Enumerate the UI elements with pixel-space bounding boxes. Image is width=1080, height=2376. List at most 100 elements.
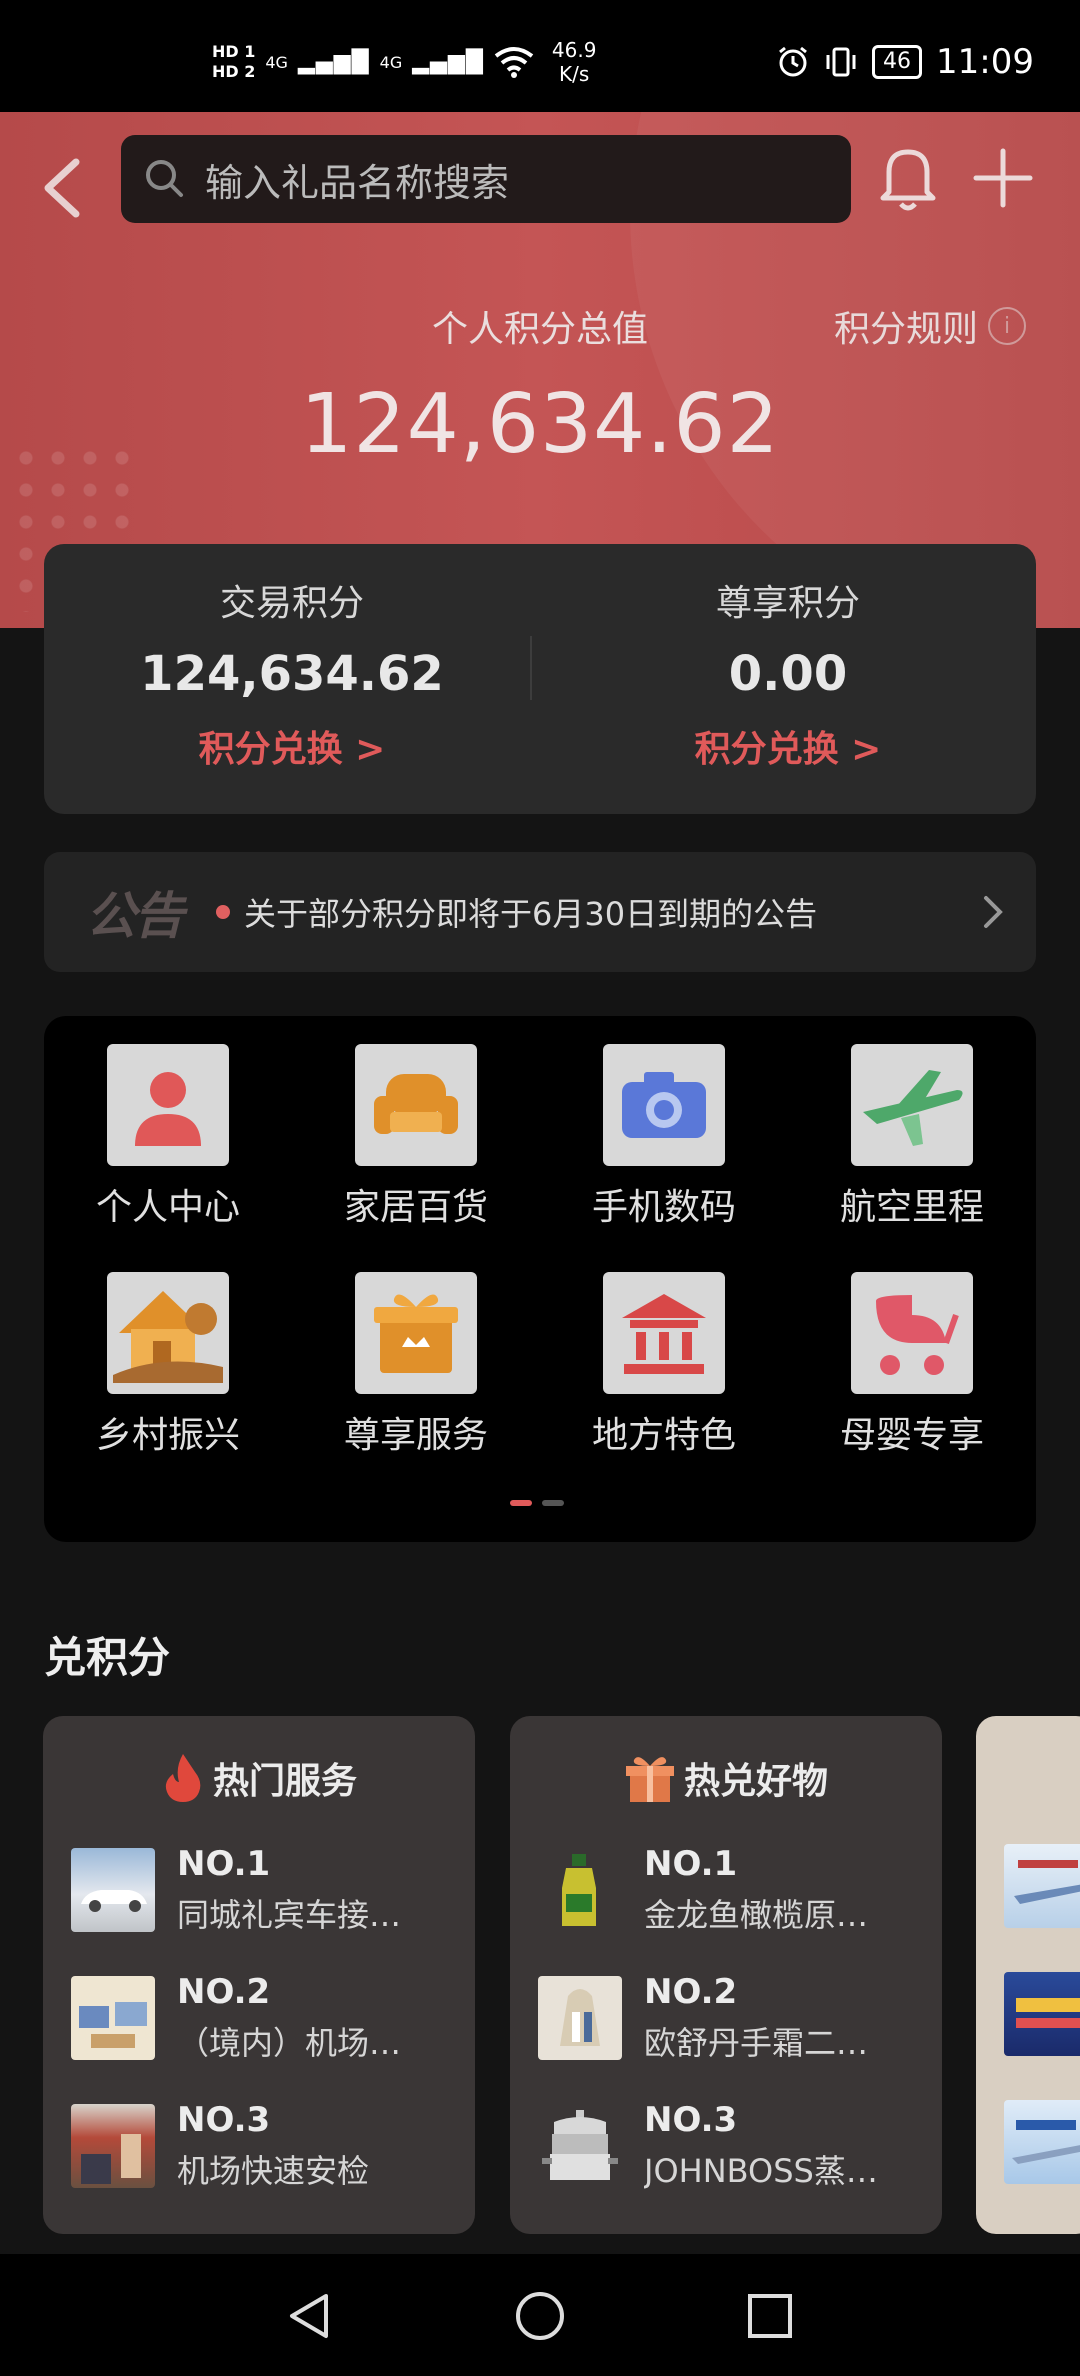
back-icon[interactable]	[34, 148, 94, 228]
plus-icon[interactable]	[970, 145, 1036, 211]
village-house-icon	[107, 1272, 229, 1394]
notice-dot	[216, 905, 230, 919]
item-name: 金龙鱼橄榄原…	[644, 1896, 869, 1934]
notice-text: 关于部分积分即将于6月30日到期的公告	[244, 895, 818, 933]
nav-recents-icon[interactable]	[744, 2290, 796, 2342]
trade-points: 交易积分 124,634.62 积分兑换 >	[44, 544, 540, 814]
hd2-label: HD 2	[212, 62, 256, 81]
item-name: 同城礼宾车接…	[177, 1896, 402, 1934]
section-title: 兑积分	[44, 1633, 171, 1682]
points-breakdown-card: 交易积分 124,634.62 积分兑换 > 尊享积分 0.00 积分兑换 >	[44, 544, 1036, 814]
rank-number: NO.1	[644, 1844, 738, 1884]
nav-back-icon[interactable]	[284, 2290, 336, 2342]
category-digital[interactable]: 手机数码	[564, 1044, 764, 1230]
notice-bar[interactable]: 公告 关于部分积分即将于6月30日到期的公告	[44, 852, 1036, 972]
card-title: 热兑好物	[683, 1761, 828, 1802]
category-personal-center[interactable]: 个人中心	[68, 1044, 268, 1230]
speed-value: 46.9	[551, 38, 597, 62]
info-icon: i	[988, 307, 1027, 345]
person-icon	[107, 1044, 229, 1166]
camera-icon	[603, 1044, 725, 1166]
exclusive-points-title: 尊享积分	[715, 583, 860, 624]
card-header: 热兑好物	[510, 1752, 942, 1804]
item-name: JOHNBOSS蒸…	[644, 2152, 878, 2190]
list-item[interactable]: NO.3 机场快速安检	[71, 2100, 451, 2190]
list-item[interactable]: NO.2 欧舒丹手霜二…	[538, 1972, 918, 2062]
landmark-icon	[603, 1272, 725, 1394]
signal-icon-1: ▂▄▆█	[297, 49, 370, 75]
rules-label: 积分规则	[834, 309, 979, 350]
item-name: （境内）机场…	[177, 2024, 402, 2062]
thumbnail	[71, 2104, 155, 2188]
sofa-icon	[355, 1044, 477, 1166]
stroller-icon	[851, 1272, 973, 1394]
thumbnail	[71, 1976, 155, 2060]
status-bar: HD 1 HD 2 4G ▂▄▆█ 4G ▂▄▆█ 46.9 K/s 46 11…	[0, 0, 1080, 112]
list-item[interactable]: NO.1 金龙鱼橄榄原…	[538, 1844, 918, 1934]
total-points-value: 124,634.62	[300, 377, 780, 472]
speed-unit: K/s	[559, 62, 590, 86]
list-item[interactable]: NO.2 （境内）机场…	[71, 1972, 451, 2062]
air-miles-card[interactable]	[976, 1716, 1080, 2234]
category-label: 个人中心	[95, 1187, 240, 1228]
category-label: 家居百货	[343, 1187, 488, 1228]
chevron-right-icon	[984, 896, 1003, 928]
airplane-icon	[851, 1044, 973, 1166]
rank-number: NO.2	[177, 1972, 271, 2012]
category-label: 手机数码	[591, 1187, 736, 1228]
category-label: 航空里程	[839, 1187, 984, 1228]
card-header: 热门服务	[43, 1752, 475, 1804]
rank-number: NO.2	[644, 1972, 738, 2012]
rank-number: NO.3	[177, 2100, 271, 2140]
category-air-miles[interactable]: 航空里程	[812, 1044, 1012, 1230]
alarm-icon	[779, 46, 807, 77]
list-item[interactable]: NO.3 JOHNBOSS蒸…	[538, 2100, 918, 2190]
page-dot-active	[510, 1500, 532, 1506]
thumbnail	[1004, 1844, 1080, 1928]
category-grid: 个人中心 家居百货 手机数码 航空里程 乡村振兴 尊享服务 地方特色 母婴专享	[44, 1016, 1036, 1542]
hot-services-card[interactable]: 热门服务 NO.1 同城礼宾车接… NO.2 （境内）机场… NO.3 机场快速…	[43, 1716, 475, 2234]
trade-points-title: 交易积分	[219, 583, 364, 624]
points-rules-link[interactable]: 积分规则 i	[834, 300, 1027, 352]
signal-icon-2: ▂▄▆█	[412, 49, 484, 75]
category-exclusive-service[interactable]: 尊享服务	[316, 1272, 516, 1458]
exclusive-points: 尊享积分 0.00 积分兑换 >	[540, 544, 1036, 814]
clock: 11:09	[936, 42, 1034, 82]
sim-indicator: HD 1 HD 2	[212, 42, 255, 82]
item-name: 机场快速安检	[177, 2152, 370, 2190]
item-name: 欧舒丹手霜二…	[644, 2024, 869, 2062]
trade-redeem-link[interactable]: 积分兑换 >	[44, 720, 540, 772]
net2-label: 4G	[379, 52, 403, 72]
category-home-goods[interactable]: 家居百货	[316, 1044, 516, 1230]
exclusive-points-value: 0.00	[728, 646, 848, 702]
search-icon	[146, 160, 183, 197]
search-bar[interactable]: 输入礼品名称搜索	[121, 135, 851, 223]
battery-icon: 46	[872, 45, 923, 79]
thumbnail	[1004, 1972, 1080, 2056]
nav-home-icon[interactable]	[514, 2290, 566, 2342]
hot-goods-card[interactable]: 热兑好物 NO.1 金龙鱼橄榄原… NO.2 欧舒丹手霜二… NO.3 JOHN…	[510, 1716, 942, 2234]
gift-icon	[625, 1757, 674, 1802]
thumbnail	[538, 2104, 622, 2188]
trade-points-value: 124,634.62	[140, 646, 444, 702]
exclusive-redeem-link[interactable]: 积分兑换 >	[540, 720, 1036, 772]
category-label: 尊享服务	[343, 1415, 488, 1456]
gift-box-icon	[355, 1272, 477, 1394]
category-local-specialty[interactable]: 地方特色	[564, 1272, 764, 1458]
net1-label: 4G	[265, 52, 288, 72]
category-rural[interactable]: 乡村振兴	[68, 1272, 268, 1458]
thumbnail	[538, 1976, 622, 2060]
vibrate-icon	[826, 47, 856, 77]
system-nav-bar	[0, 2254, 1080, 2376]
flame-icon	[165, 1754, 201, 1802]
category-label: 地方特色	[591, 1415, 736, 1456]
search-input[interactable]: 输入礼品名称搜索	[205, 152, 509, 207]
divider	[530, 636, 532, 700]
list-item[interactable]: NO.1 同城礼宾车接…	[71, 1844, 451, 1934]
page-dot	[542, 1500, 564, 1506]
rank-number: NO.3	[644, 2100, 738, 2140]
category-label: 母婴专享	[839, 1415, 984, 1456]
category-mother-baby[interactable]: 母婴专享	[812, 1272, 1012, 1458]
bell-icon[interactable]	[875, 142, 941, 214]
status-right: 46 11:09	[776, 42, 1034, 82]
